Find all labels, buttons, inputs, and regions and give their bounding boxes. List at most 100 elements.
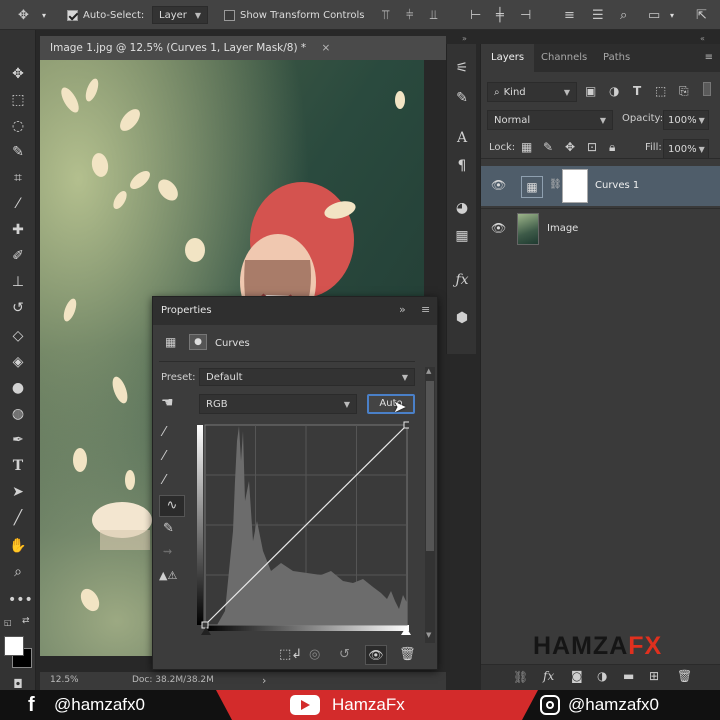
- panel-menu-icon[interactable]: ≡: [705, 52, 713, 63]
- black-point-slider[interactable]: [201, 627, 211, 635]
- filter-pixel-icon[interactable]: ▣: [585, 84, 596, 98]
- properties-panel[interactable]: Properties » ≡ ▦ ● Curves Preset: Defaul…: [152, 296, 438, 670]
- more-tools-icon[interactable]: •••: [8, 590, 33, 610]
- status-menu-arrow-icon[interactable]: ›: [262, 674, 266, 687]
- eyedropper-white-icon[interactable]: ⁄: [163, 473, 165, 488]
- path-selection-icon[interactable]: ➤: [8, 482, 28, 502]
- properties-title-bar[interactable]: Properties » ≡: [153, 297, 437, 325]
- color-panel-icon[interactable]: ◕: [452, 198, 472, 218]
- layer-filter-dropdown[interactable]: ⌕ Kind ▼: [487, 82, 577, 102]
- curves-graph[interactable]: [197, 421, 411, 635]
- lock-all-icon[interactable]: 🔒︎: [609, 140, 615, 155]
- workspace-chevron-icon[interactable]: ▾: [670, 6, 674, 24]
- history-panel-icon[interactable]: ⚟: [452, 58, 472, 78]
- new-layer-icon[interactable]: ⊞: [649, 669, 659, 683]
- lasso-tool-icon[interactable]: ◌: [8, 116, 28, 136]
- filter-shape-icon[interactable]: ⬚: [655, 84, 666, 98]
- paint-bucket-icon[interactable]: ◈: [8, 352, 28, 372]
- blur-tool-icon[interactable]: ●: [8, 378, 28, 398]
- on-image-adjust-icon[interactable]: ☚: [161, 395, 174, 411]
- scrollbar-thumb[interactable]: [426, 381, 434, 551]
- blend-mode-dropdown[interactable]: Normal ▼: [487, 110, 613, 130]
- clip-to-layer-icon[interactable]: ⬚↲: [279, 647, 302, 662]
- pen-tool-icon[interactable]: ✒: [8, 430, 28, 450]
- delete-layer-icon[interactable]: 🗑︎: [677, 669, 692, 683]
- align-top-icon[interactable]: ⫪: [382, 6, 389, 24]
- facebook-link[interactable]: f @hamzafx0: [28, 690, 145, 720]
- add-mask-icon[interactable]: ◙: [571, 669, 583, 683]
- properties-scrollbar[interactable]: ▲ ▼: [425, 367, 435, 643]
- character-panel-icon[interactable]: A: [452, 128, 472, 148]
- zoom-level[interactable]: 12.5%: [50, 675, 79, 685]
- panel-menu-icon[interactable]: ≡: [421, 303, 430, 316]
- 3d-panel-icon[interactable]: ⬢: [452, 308, 472, 328]
- reset-icon[interactable]: ↺: [339, 647, 350, 662]
- delete-adjustment-icon[interactable]: 🗑︎: [399, 647, 416, 662]
- quick-selection-icon[interactable]: ✎: [8, 142, 28, 162]
- mask-icon[interactable]: ●: [189, 334, 207, 350]
- tool-preset-chevron-icon[interactable]: ▾: [42, 6, 46, 24]
- tab-layers[interactable]: Layers: [481, 44, 535, 72]
- align-horizontal-center-icon[interactable]: ╪: [496, 6, 504, 24]
- visibility-eye-icon[interactable]: 👁︎: [491, 221, 506, 235]
- distribute-top-icon[interactable]: ≡: [564, 6, 575, 24]
- type-tool-icon[interactable]: T: [8, 456, 28, 476]
- paragraph-panel-icon[interactable]: ¶: [452, 156, 472, 176]
- preset-dropdown[interactable]: Default ▼: [199, 368, 415, 386]
- healing-brush-icon[interactable]: ✚: [8, 220, 28, 240]
- align-right-icon[interactable]: ⊣: [520, 6, 531, 24]
- white-point-slider[interactable]: [401, 627, 411, 635]
- tab-channels[interactable]: Channels: [531, 44, 597, 72]
- toggle-visibility-eye-icon[interactable]: 👁︎: [365, 645, 387, 665]
- close-tab-icon[interactable]: ×: [322, 42, 331, 54]
- brush-tool-icon[interactable]: ✐: [8, 246, 28, 266]
- filter-adjustment-icon[interactable]: ◑: [609, 84, 619, 98]
- auto-select-checkbox[interactable]: Auto-Select:: [67, 6, 144, 24]
- share-icon[interactable]: ⇱: [696, 6, 707, 24]
- new-group-icon[interactable]: ▬: [623, 669, 634, 683]
- collapse-panel-icon[interactable]: »: [399, 303, 406, 316]
- search-icon[interactable]: ⌕: [620, 6, 627, 24]
- collapse-right-panels-icon[interactable]: «: [700, 34, 705, 43]
- move-tool-icon[interactable]: ✥: [18, 6, 29, 24]
- default-colors-icon[interactable]: ◱: [4, 618, 14, 628]
- move-tool-icon[interactable]: ✥: [8, 64, 28, 84]
- foreground-color-swatch[interactable]: [4, 636, 24, 656]
- view-previous-state-icon[interactable]: ◎: [309, 647, 320, 662]
- link-layers-icon[interactable]: ⛓︎: [513, 670, 528, 684]
- instagram-link[interactable]: @hamzafx0: [540, 690, 659, 720]
- swatches-panel-icon[interactable]: ▦: [452, 226, 472, 246]
- new-adjustment-icon[interactable]: ◑: [597, 669, 607, 683]
- opacity-input[interactable]: 100% ▼: [663, 110, 709, 130]
- layer-mask-thumbnail[interactable]: [562, 169, 588, 203]
- layer-row-curves[interactable]: 👁︎ ▦ ⛓︎ Curves 1: [481, 166, 720, 206]
- curve-white-point[interactable]: [403, 421, 411, 429]
- brush-settings-icon[interactable]: ✎: [452, 88, 472, 108]
- distribute-center-icon[interactable]: ☰: [592, 6, 604, 24]
- filter-toggle-switch[interactable]: [703, 82, 711, 96]
- filter-type-icon[interactable]: T: [633, 84, 641, 98]
- layer-style-fx-icon[interactable]: fx: [543, 669, 554, 683]
- align-vertical-center-icon[interactable]: ⫩: [406, 6, 413, 24]
- workspace-icon[interactable]: ▭: [648, 6, 660, 24]
- show-transform-controls-checkbox[interactable]: Show Transform Controls: [224, 6, 364, 24]
- hand-tool-icon[interactable]: ✋: [8, 536, 28, 556]
- collapse-panels-icon[interactable]: »: [462, 34, 467, 43]
- rectangular-marquee-icon[interactable]: ⬚: [8, 90, 28, 110]
- zoom-tool-icon[interactable]: ⌕: [8, 562, 28, 582]
- auto-button[interactable]: Auto: [367, 394, 415, 414]
- lock-image-icon[interactable]: ✎: [543, 140, 553, 154]
- clipping-warning-icon[interactable]: ▲⚠: [159, 569, 177, 582]
- youtube-link[interactable]: HamzaFx: [290, 690, 405, 720]
- crop-tool-icon[interactable]: ⌗: [8, 168, 28, 188]
- document-tab[interactable]: Image 1.jpg @ 12.5% (Curves 1, Layer Mas…: [40, 36, 446, 60]
- lock-position-icon[interactable]: ✥: [565, 140, 575, 154]
- lock-transparent-icon[interactable]: ▦: [521, 140, 532, 154]
- pencil-tool-icon[interactable]: ✎: [163, 521, 174, 536]
- channel-dropdown[interactable]: RGB ▼: [199, 394, 357, 414]
- clone-stamp-icon[interactable]: ⊥: [8, 272, 28, 292]
- tab-paths[interactable]: Paths: [593, 44, 640, 72]
- auto-select-target-dropdown[interactable]: Layer ▼: [152, 6, 208, 24]
- eyedropper-gray-icon[interactable]: ⁄: [163, 449, 165, 464]
- lock-artboard-icon[interactable]: ⊡: [587, 140, 597, 154]
